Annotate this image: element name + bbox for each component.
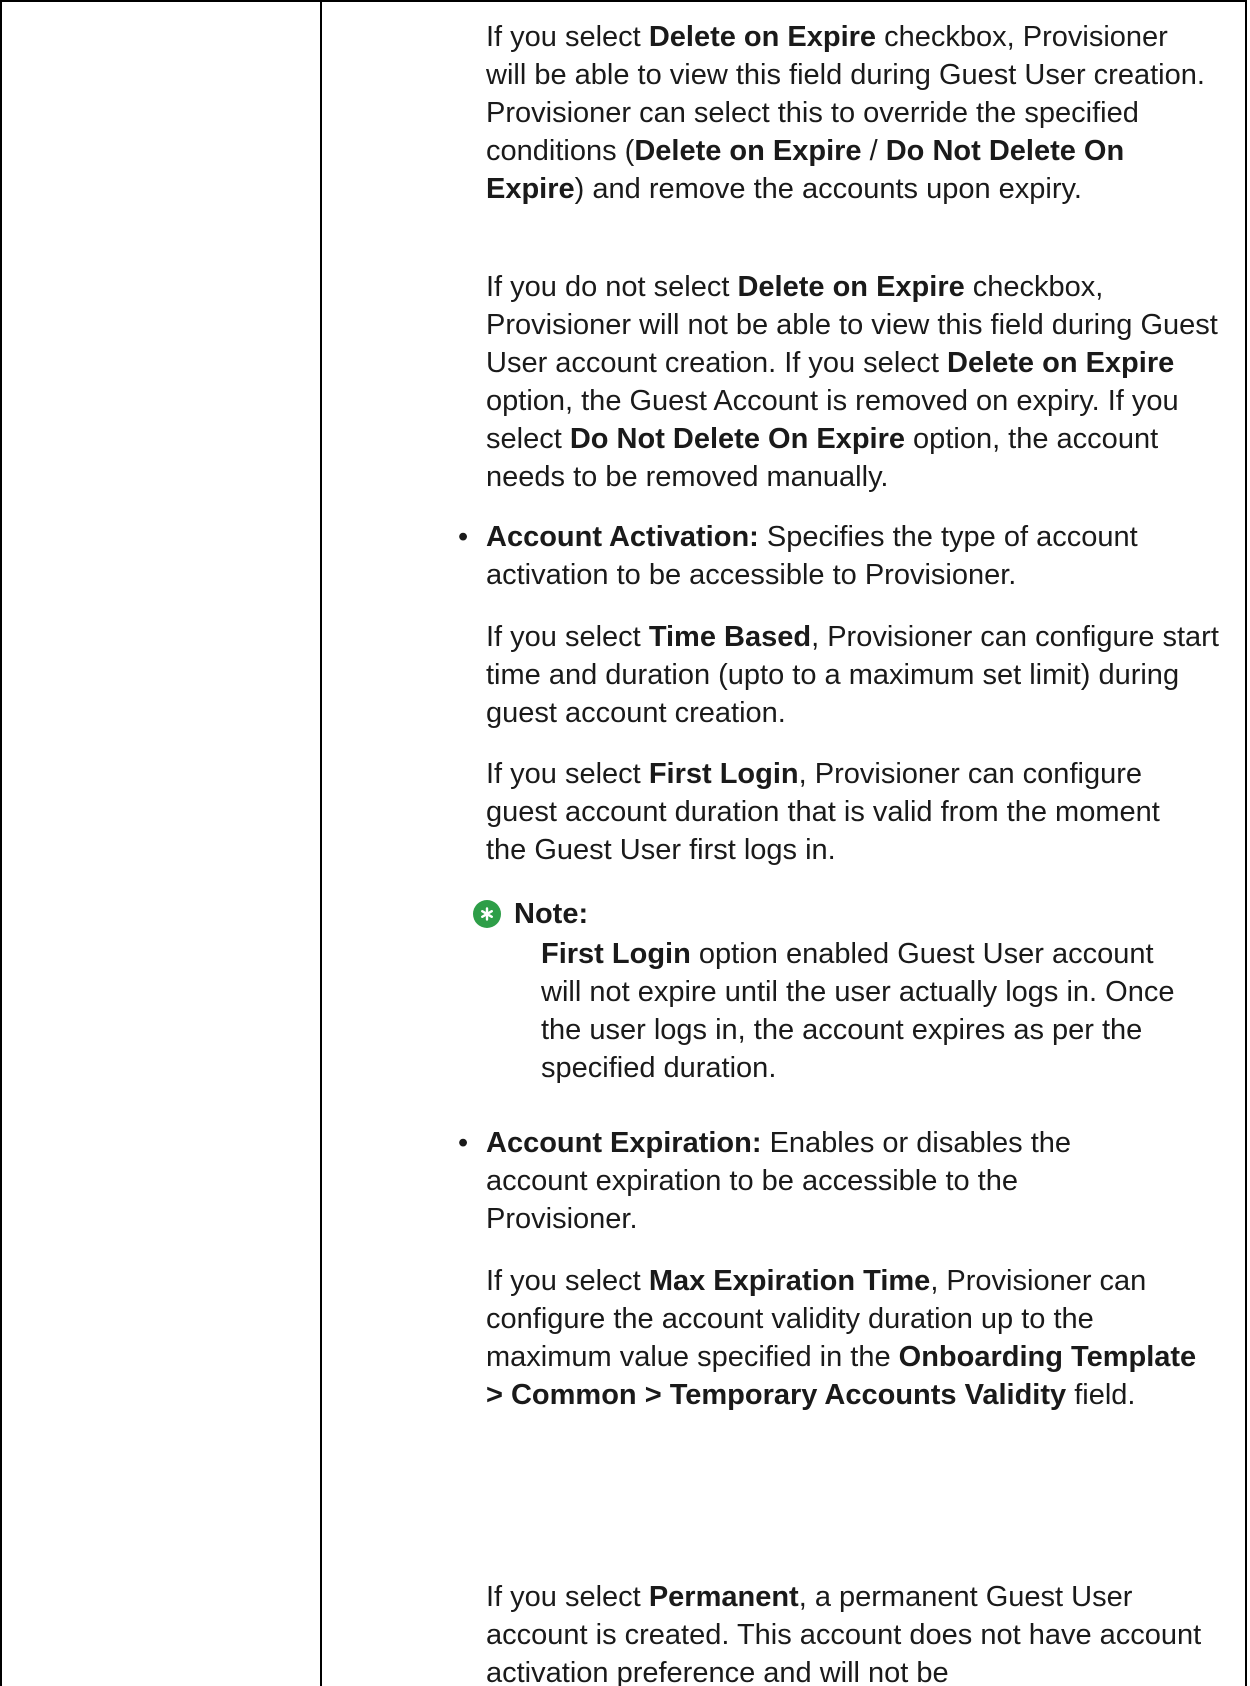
- account-expiration-item: • Account Expiration: Enables or disable…: [458, 1124, 1146, 1238]
- first-login-paragraph: If you select First Login, Provisioner c…: [486, 755, 1206, 869]
- note-header: Note:: [473, 895, 1226, 933]
- text-run: ) and remove the accounts upon expiry.: [574, 173, 1082, 205]
- bold-run: Delete on Expire: [737, 271, 965, 303]
- text-run: If you do not select: [486, 271, 738, 303]
- column-divider: [320, 0, 322, 1686]
- account-activation-item: • Account Activation: Specifies the type…: [458, 518, 1206, 594]
- time-based-paragraph: If you select Time Based, Provisioner ca…: [486, 618, 1231, 732]
- text-run: /: [861, 135, 886, 167]
- bold-run: Delete on Expire: [634, 135, 862, 167]
- bold-run: Time Based: [648, 621, 812, 653]
- note-block: Note: First Login option enabled Guest U…: [473, 895, 1226, 1087]
- delete-on-expire-paragraph: If you select Delete on Expire checkbox,…: [486, 18, 1206, 208]
- text-run: If you select: [486, 1265, 649, 1297]
- bullet-icon: •: [458, 1127, 469, 1159]
- account-activation-label: Account Activation:: [486, 521, 759, 553]
- bold-run: First Login: [648, 758, 799, 790]
- note-body: First Login option enabled Guest User ac…: [541, 935, 1191, 1087]
- bold-run: Delete on Expire: [947, 347, 1175, 379]
- text-run: If you select: [486, 1581, 649, 1613]
- text-run: If you select: [486, 621, 649, 653]
- permanent-paragraph: If you select Permanent, a permanent Gue…: [486, 1578, 1206, 1686]
- bold-run: First Login: [541, 938, 691, 970]
- bold-run: Max Expiration Time: [648, 1265, 931, 1297]
- note-label: Note:: [514, 898, 589, 930]
- max-expiration-paragraph: If you select Max Expiration Time, Provi…: [486, 1262, 1216, 1414]
- bold-run: Do Not Delete On Expire: [569, 423, 905, 455]
- account-expiration-label: Account Expiration:: [486, 1127, 762, 1159]
- asterisk-badge-icon: [473, 900, 501, 928]
- text-run: If you select: [486, 21, 649, 53]
- bold-run: Permanent: [648, 1581, 799, 1613]
- do-not-select-paragraph: If you do not select Delete on Expire ch…: [486, 268, 1226, 496]
- bullet-icon: •: [458, 521, 469, 553]
- text-run: If you select: [486, 758, 649, 790]
- text-run: field.: [1066, 1379, 1136, 1411]
- bold-run: Delete on Expire: [648, 21, 877, 53]
